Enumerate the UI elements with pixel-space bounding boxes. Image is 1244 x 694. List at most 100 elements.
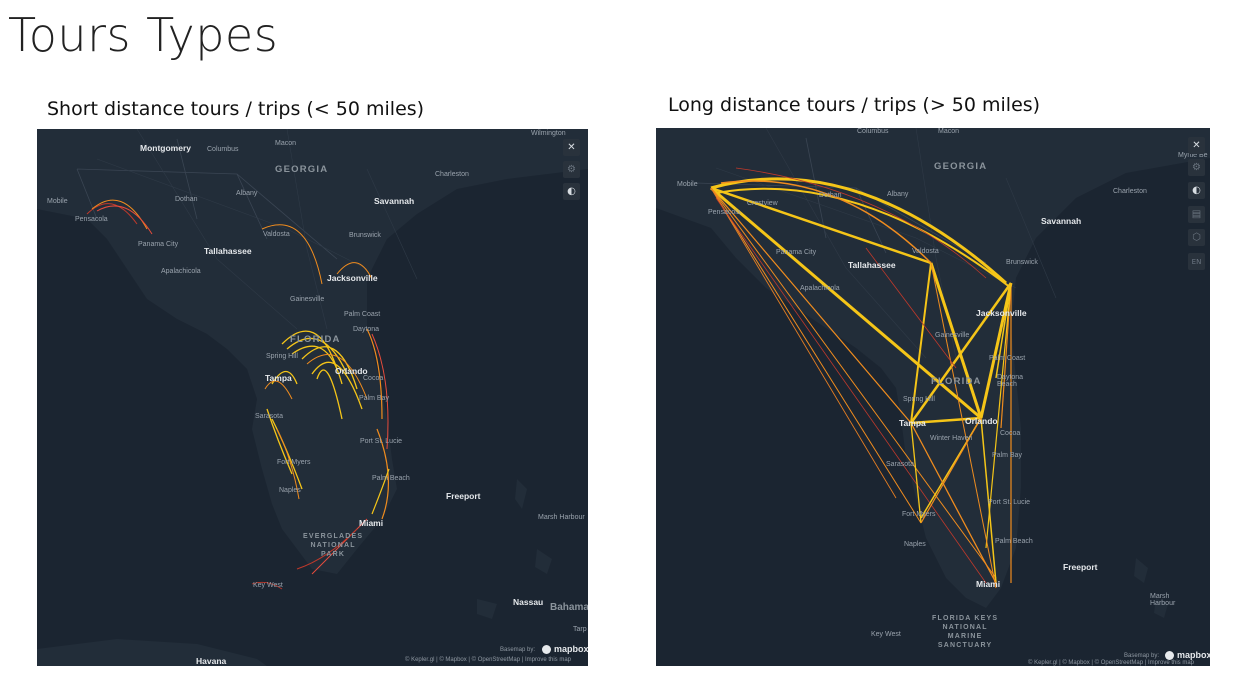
label-marsh-harbour: Marsh Harbour (538, 514, 585, 521)
label-columbus: Columbus (857, 128, 889, 135)
long-distance-heading: Long distance tours / trips (> 50 miles) (668, 94, 1041, 116)
label-key-west: Key West (253, 582, 283, 589)
label-spring-hill: Spring Hill (266, 353, 298, 360)
label-keys-sanctuary: FLORIDA KEYS NATIONAL MARINE SANCTUARY (932, 615, 999, 649)
slide-title: Tours Types (8, 8, 279, 62)
label-bahamas: Bahamas (550, 602, 588, 613)
label-tarp: Tarp (573, 626, 587, 633)
label-miami: Miami (359, 518, 384, 528)
label-brunswick: Brunswick (1006, 259, 1038, 266)
label-apalachicola: Apalachicola (800, 285, 840, 292)
label-pensacola: Pensacola (708, 209, 741, 216)
mapbox-logo-icon (542, 644, 551, 654)
basemap-by-label: Basemap by: (1124, 653, 1160, 659)
label-valdosta: Valdosta (912, 248, 939, 255)
mapbox-logo: mapbox (1165, 650, 1210, 660)
cuba (37, 639, 267, 666)
label-mobile: Mobile (677, 181, 698, 188)
label-charleston: Charleston (435, 171, 469, 178)
map-style-icon[interactable]: ◐ (563, 183, 580, 200)
land-mass (656, 128, 1210, 608)
label-macon: Macon (275, 140, 297, 147)
label-tallahassee: Tallahassee (204, 246, 252, 256)
land-mass (37, 129, 588, 574)
map-style-icon[interactable]: ◐ (1188, 182, 1205, 199)
label-savannah: Savannah (374, 196, 415, 206)
label-miami: Miami (976, 579, 1001, 589)
label-macon: Macon (938, 128, 960, 135)
label-jacksonville: Jacksonville (976, 308, 1027, 318)
label-fort-myers: Fort Myers (277, 459, 311, 466)
label-daytona: Daytona (353, 326, 380, 333)
language-button[interactable]: EN (1188, 253, 1205, 270)
label-jacksonville: Jacksonville (327, 273, 378, 283)
label-fort-myers: Fort Myers (902, 511, 936, 518)
label-georgia: GEORGIA (934, 161, 988, 172)
label-palm-bay: Palm Bay (992, 452, 1022, 459)
label-albany: Albany (236, 190, 258, 197)
label-palm-coast: Palm Coast (344, 311, 381, 318)
short-distance-map-canvas (37, 129, 588, 666)
label-tallahassee: Tallahassee (848, 260, 896, 270)
label-mobile: Mobile (47, 198, 68, 205)
basemap-by-label: Basemap by: (500, 647, 536, 653)
mapbox-logo-text: mapbox (1177, 650, 1210, 660)
label-wilmington: Wilmington (531, 130, 566, 137)
label-cocoa: Cocoa (363, 375, 384, 382)
label-winter-haven: Winter Haven (930, 435, 973, 442)
label-dothan: Dothan (819, 192, 842, 199)
mapbox-logo-icon (1165, 650, 1174, 660)
label-tampa: Tampa (265, 373, 292, 383)
label-montgomery: Montgomery (140, 143, 191, 153)
close-icon[interactable]: ✕ (563, 139, 580, 156)
label-columbus: Columbus (207, 146, 239, 153)
label-nassau: Nassau (513, 597, 544, 607)
layers-icon[interactable]: ⚙ (563, 161, 580, 178)
draw-polygon-icon[interactable]: ⬡ (1188, 229, 1205, 246)
label-freeport: Freeport (446, 491, 481, 501)
label-freeport: Freeport (1063, 562, 1098, 572)
label-georgia: GEORGIA (275, 164, 329, 175)
label-port-st-lucie: Port St. Lucie (360, 438, 403, 445)
label-naples: Naples (279, 487, 301, 494)
layers-icon[interactable]: ⚙ (1188, 159, 1205, 176)
label-everglades: EVERGLADES NATIONAL PARK (303, 533, 364, 558)
label-orlando: Orlando (965, 416, 998, 426)
label-florida: FLORIDA (290, 334, 341, 345)
label-cocoa: Cocoa (1000, 430, 1021, 437)
label-naples: Naples (904, 541, 926, 548)
label-dothan: Dothan (175, 196, 198, 203)
label-sarasota: Sarasota (886, 461, 915, 468)
mapbox-logo: mapbox (542, 644, 588, 654)
label-gainesville: Gainesville (290, 296, 325, 303)
label-panama-city: Panama City (776, 249, 817, 256)
long-distance-map[interactable]: GEORGIA FLORIDA FLORIDA KEYS NATIONAL MARI… (656, 128, 1210, 666)
label-panama-city: Panama City (138, 241, 179, 248)
label-apalachicola: Apalachicola (161, 268, 201, 275)
map-attribution[interactable]: © Kepler.gl | © Mapbox | © OpenStreetMap… (1028, 660, 1194, 666)
label-marsh-harbour: Marsh Harbour (1150, 593, 1176, 607)
label-havana: Havana (196, 656, 227, 666)
label-brunswick: Brunswick (349, 232, 381, 239)
mapbox-logo-text: mapbox (554, 644, 588, 654)
short-distance-map[interactable]: GEORGIA FLORIDA EVERGLADES NATIONAL PARK M… (37, 129, 588, 666)
label-spring-hill: Spring Hill (903, 396, 935, 403)
bahamas-islands (1134, 558, 1168, 618)
label-palm-beach: Palm Beach (995, 538, 1033, 545)
label-key-west: Key West (871, 631, 901, 638)
legend-icon[interactable]: ▤ (1188, 206, 1205, 223)
label-charleston: Charleston (1113, 188, 1147, 195)
label-savannah: Savannah (1041, 216, 1082, 226)
short-distance-heading: Short distance tours / trips (< 50 miles… (47, 98, 425, 120)
close-icon[interactable]: ✕ (1188, 137, 1205, 154)
label-florida: FLORIDA (931, 376, 982, 387)
label-palm-bay: Palm Bay (359, 395, 389, 402)
label-crestview: Crestview (747, 200, 778, 207)
map-attribution[interactable]: © Kepler.gl | © Mapbox | © OpenStreetMap… (405, 657, 571, 663)
label-palm-coast: Palm Coast (989, 355, 1026, 362)
label-daytona-beach: Daytona Beach (997, 374, 1024, 388)
label-sarasota: Sarasota (255, 413, 284, 420)
label-pensacola: Pensacola (75, 216, 108, 223)
label-tampa: Tampa (899, 418, 926, 428)
label-albany: Albany (887, 191, 909, 198)
